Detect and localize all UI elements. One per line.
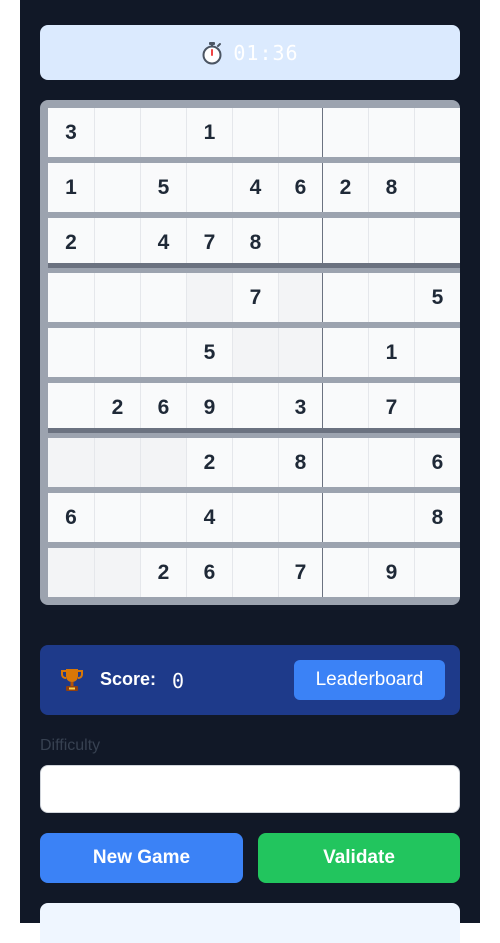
sudoku-cell-r1c5[interactable]	[232, 108, 278, 157]
sudoku-cell-r4c2[interactable]	[94, 273, 140, 322]
sudoku-cell-r6c4[interactable]: 9	[186, 383, 232, 432]
sudoku-cell-r4c1[interactable]	[48, 273, 94, 322]
sudoku-cell-r8c8[interactable]	[368, 493, 414, 542]
sudoku-cell-r5c9[interactable]	[414, 328, 460, 377]
sudoku-cell-r9c7[interactable]	[322, 548, 368, 597]
sudoku-cell-r2c1[interactable]: 1	[48, 163, 94, 212]
sudoku-cell-r3c2[interactable]	[94, 218, 140, 267]
sudoku-cell-r8c6[interactable]	[278, 493, 322, 542]
sudoku-cell-r8c9[interactable]: 8	[414, 493, 460, 542]
sudoku-cell-r2c3[interactable]: 5	[140, 163, 186, 212]
sudoku-cell-r3c1[interactable]: 2	[48, 218, 94, 267]
sudoku-cell-r5c3[interactable]	[140, 328, 186, 377]
sudoku-cell-r9c1[interactable]	[48, 548, 94, 597]
sudoku-cell-r9c4[interactable]: 6	[186, 548, 232, 597]
sudoku-cell-r5c6[interactable]	[278, 328, 322, 377]
sudoku-cell-r5c7[interactable]	[322, 328, 368, 377]
sudoku-cell-r7c5[interactable]	[232, 438, 278, 487]
sudoku-cell-r6c3[interactable]: 6	[140, 383, 186, 432]
sudoku-cell-r3c9[interactable]	[414, 218, 460, 267]
info-card	[40, 903, 460, 943]
sudoku-cell-r1c4[interactable]: 1	[186, 108, 232, 157]
validate-button[interactable]: Validate	[258, 833, 460, 883]
difficulty-label: Difficulty	[40, 737, 101, 754]
sudoku-cell-r6c8[interactable]: 7	[368, 383, 414, 432]
sudoku-cell-r1c2[interactable]	[94, 108, 140, 157]
sudoku-cell-r1c1[interactable]: 3	[48, 108, 94, 157]
sudoku-cell-r9c5[interactable]	[232, 548, 278, 597]
box-divider-1	[48, 263, 460, 268]
score-label: Score:	[100, 669, 157, 689]
sudoku-cell-r5c4[interactable]: 5	[186, 328, 232, 377]
sudoku-cell-r4c8[interactable]	[368, 273, 414, 322]
sudoku-cell-r8c3[interactable]	[140, 493, 186, 542]
sudoku-cell-r3c7[interactable]	[322, 218, 368, 267]
sudoku-cell-r3c6[interactable]	[278, 218, 322, 267]
sudoku-cell-r5c8[interactable]: 1	[368, 328, 414, 377]
sudoku-cell-r3c8[interactable]	[368, 218, 414, 267]
sudoku-cell-r5c1[interactable]	[48, 328, 94, 377]
sudoku-cell-r6c1[interactable]	[48, 383, 94, 432]
sudoku-cell-r9c2[interactable]	[94, 548, 140, 597]
new-game-button[interactable]: New Game	[40, 833, 243, 883]
sudoku-cell-r5c5[interactable]	[232, 328, 278, 377]
sudoku-cell-r6c5[interactable]	[232, 383, 278, 432]
timer-display: 01:36	[40, 25, 460, 80]
sudoku-cell-r9c9[interactable]	[414, 548, 460, 597]
sudoku-cell-r8c4[interactable]: 4	[186, 493, 232, 542]
sudoku-cell-r1c6[interactable]	[278, 108, 322, 157]
sudoku-cell-r6c6[interactable]: 3	[278, 383, 322, 432]
sudoku-cell-r2c2[interactable]	[94, 163, 140, 212]
sudoku-cell-r4c4[interactable]	[186, 273, 232, 322]
score-value: 0	[172, 669, 185, 693]
stopwatch-icon	[201, 41, 223, 65]
sudoku-cell-r2c5[interactable]: 4	[232, 163, 278, 212]
sudoku-cell-r8c1[interactable]: 6	[48, 493, 94, 542]
sudoku-cell-r9c3[interactable]: 2	[140, 548, 186, 597]
sudoku-cell-r2c7[interactable]: 2	[322, 163, 368, 212]
sudoku-cell-r7c2[interactable]	[94, 438, 140, 487]
sudoku-cell-r2c6[interactable]: 6	[278, 163, 322, 212]
sudoku-cell-r3c4[interactable]: 7	[186, 218, 232, 267]
difficulty-select[interactable]	[40, 765, 460, 813]
sudoku-cell-r4c3[interactable]	[140, 273, 186, 322]
sudoku-cell-r7c7[interactable]	[322, 438, 368, 487]
sudoku-cell-r6c9[interactable]	[414, 383, 460, 432]
trophy-icon	[60, 667, 84, 697]
sudoku-cell-r3c5[interactable]: 8	[232, 218, 278, 267]
sudoku-cell-r6c7[interactable]	[322, 383, 368, 432]
sudoku-cell-r8c5[interactable]	[232, 493, 278, 542]
sudoku-cell-r3c3[interactable]: 4	[140, 218, 186, 267]
sudoku-cell-r1c9[interactable]	[414, 108, 460, 157]
sudoku-cell-r9c6[interactable]: 7	[278, 548, 322, 597]
sudoku-board: 3115462824787551269372866482679	[40, 100, 460, 605]
sudoku-cell-r4c7[interactable]	[322, 273, 368, 322]
sudoku-cell-r1c8[interactable]	[368, 108, 414, 157]
sudoku-cell-r7c6[interactable]: 8	[278, 438, 322, 487]
timer-value: 01:36	[233, 40, 299, 65]
sudoku-cell-r4c9[interactable]: 5	[414, 273, 460, 322]
leaderboard-button[interactable]: Leaderboard	[294, 660, 445, 700]
sudoku-cell-r2c8[interactable]: 8	[368, 163, 414, 212]
sudoku-cell-r4c6[interactable]	[278, 273, 322, 322]
sudoku-cell-r8c7[interactable]	[322, 493, 368, 542]
sudoku-cell-r2c9[interactable]	[414, 163, 460, 212]
sudoku-cell-r5c2[interactable]	[94, 328, 140, 377]
sudoku-cell-r4c5[interactable]: 7	[232, 273, 278, 322]
sudoku-cell-r2c4[interactable]	[186, 163, 232, 212]
sudoku-cell-r7c1[interactable]	[48, 438, 94, 487]
sudoku-cell-r8c2[interactable]	[94, 493, 140, 542]
score-card: Score: 0 Leaderboard	[40, 645, 460, 715]
box-divider-2	[48, 428, 460, 433]
sudoku-cell-r7c8[interactable]	[368, 438, 414, 487]
sudoku-cell-r7c9[interactable]: 6	[414, 438, 460, 487]
sudoku-cell-r1c3[interactable]	[140, 108, 186, 157]
sudoku-cell-r6c2[interactable]: 2	[94, 383, 140, 432]
sudoku-cell-r9c8[interactable]: 9	[368, 548, 414, 597]
sudoku-cell-r1c7[interactable]	[322, 108, 368, 157]
sudoku-cell-r7c3[interactable]	[140, 438, 186, 487]
sudoku-cell-r7c4[interactable]: 2	[186, 438, 232, 487]
